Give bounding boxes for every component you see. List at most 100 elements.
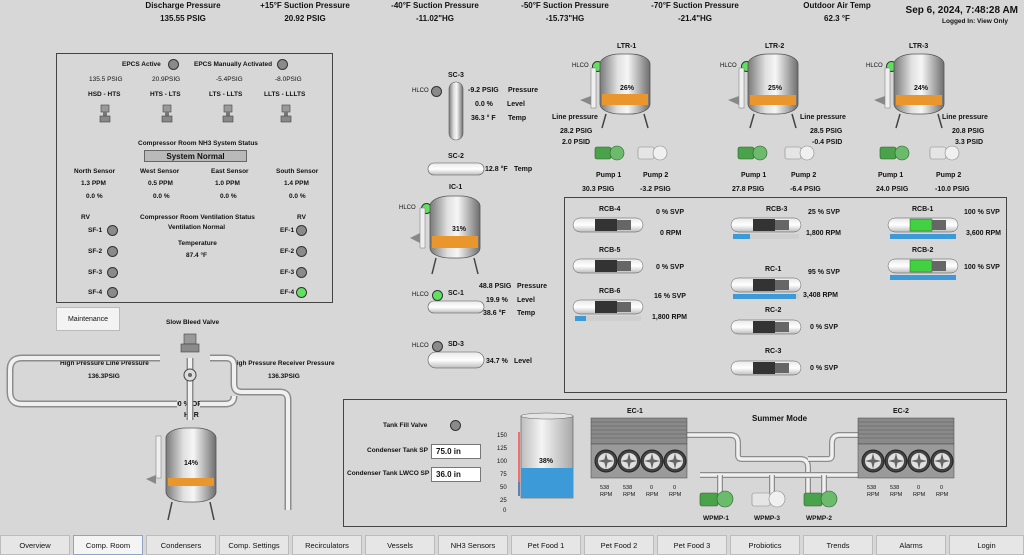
rcb5-compressor[interactable] <box>572 257 644 277</box>
sc2-vessel <box>427 162 485 176</box>
temperature-label: Temperature <box>178 240 217 247</box>
compressor-icon <box>887 217 959 239</box>
tab-comp-room[interactable]: Comp. Room <box>73 535 143 555</box>
wpmp2-label: WPMP-2 <box>806 515 832 522</box>
tab-trends[interactable]: Trends <box>803 535 873 555</box>
ltr3-pump1-pressure: 24.0 PSIG <box>876 186 909 193</box>
tab-nh3-sensors[interactable]: NH3 Sensors <box>438 535 508 555</box>
lwco-sp-input[interactable]: 36.0 in <box>431 467 481 482</box>
tab-condensers[interactable]: Condensers <box>146 535 216 555</box>
condenser-tank-level-text: 38% <box>539 458 554 465</box>
wpmp1-pump-icon[interactable] <box>699 487 734 511</box>
valve-label-hsd-hts: HSD - HTS <box>88 91 121 98</box>
nh3-status-box: System Normal <box>144 150 247 162</box>
ltr3-pump1-icon[interactable] <box>879 142 910 164</box>
tab-probiotics[interactable]: Probiotics <box>730 535 800 555</box>
rc1-compressor[interactable] <box>730 276 802 304</box>
temperature-value: 87.4 °F <box>186 252 208 259</box>
epcs-valve-icon[interactable] <box>99 104 111 125</box>
sd3-name: SD-3 <box>448 341 464 348</box>
ef-1-indicator <box>296 225 307 236</box>
discharge-pressure: Discharge Pressure 135.55 PSIG <box>145 1 221 23</box>
rcb3-compressor[interactable] <box>730 216 802 244</box>
fan-icon <box>640 449 664 473</box>
sc3-temp: 36.3 ° F <box>471 115 496 122</box>
epcs-valve-icon[interactable] <box>161 104 173 125</box>
sc1-temp-label: Temp <box>517 310 536 317</box>
suction-70-pressure: -70°F Suction Pressure -21.4"HG <box>651 1 739 23</box>
sc1-temp: 38.6 °F <box>483 310 506 317</box>
rcb1-compressor[interactable] <box>887 216 959 244</box>
ec2-fan3-rpm: 0 <box>917 485 921 491</box>
ltr1-pump2-icon[interactable] <box>637 142 668 164</box>
sd3-hlco-indicator <box>432 341 443 352</box>
rc1-svp: 95 % SVP <box>808 269 840 276</box>
tab-overview[interactable]: Overview <box>0 535 70 555</box>
login-status: Logged In: View Only <box>942 18 1008 25</box>
tank-sp-input[interactable]: 75.0 in <box>431 444 481 459</box>
slow-bleed-label: Slow Bleed Valve <box>166 319 220 326</box>
sf-3-label: SF-3 <box>88 269 103 276</box>
tab-recirculators[interactable]: Recirculators <box>292 535 362 555</box>
ec1-fan3-rpm-unit: RPM <box>646 492 659 498</box>
sc3-temp-label: Temp <box>508 115 527 122</box>
sensor-north-pct: 0.0 % <box>86 193 103 200</box>
rc2-name: RC-2 <box>765 307 782 314</box>
scale-25: 25 <box>500 498 507 504</box>
wpmp3-label: WPMP-3 <box>754 515 780 522</box>
tab-vessels[interactable]: Vessels <box>365 535 435 555</box>
ec1-condenser-unit[interactable] <box>590 417 688 482</box>
sf-3-indicator <box>107 267 118 278</box>
ltr1-pump1-pressure: 30.3 PSIG <box>582 186 615 193</box>
sensor-north-ppm: 1.3 PPM <box>81 180 106 187</box>
ltr3-pump2-pressure: -10.0 PSIG <box>935 186 970 193</box>
rv-right-label: RV <box>297 214 306 221</box>
epcs-pressure-3: -5.4PSIG <box>216 76 243 83</box>
ec2-condenser-unit[interactable] <box>857 417 955 482</box>
ef-1-label: EF-1 <box>280 227 295 234</box>
rcb6-compressor[interactable] <box>572 298 644 326</box>
ltr3-pump1-label: Pump 1 <box>878 172 904 179</box>
sensor-west-ppm: 0.5 PPM <box>148 180 173 187</box>
date-time: Sep 6, 2024, 7:48:28 AM <box>905 5 1018 16</box>
rcb3-rpm: 1,800 RPM <box>806 230 842 237</box>
tab-alarms[interactable]: Alarms <box>876 535 946 555</box>
rcb3-svp: 25 % SVP <box>808 209 840 216</box>
tab-pet-food-2[interactable]: Pet Food 2 <box>584 535 654 555</box>
compressor-icon <box>730 277 802 299</box>
ec2-fan3-rpm-unit: RPM <box>913 492 926 498</box>
tab-comp-settings[interactable]: Comp. Settings <box>219 535 289 555</box>
ltr2-pump2-icon[interactable] <box>784 142 815 164</box>
rcb4-compressor[interactable] <box>572 216 644 236</box>
maintenance-button[interactable]: Maintenance <box>56 307 120 331</box>
tab-pet-food-3[interactable]: Pet Food 3 <box>657 535 727 555</box>
fan-icon <box>907 449 931 473</box>
tab-login[interactable]: Login <box>949 535 1024 555</box>
ltr3-tank-fill <box>896 95 942 105</box>
sensor-east-pct: 0.0 % <box>220 193 237 200</box>
rc3-compressor[interactable] <box>730 359 802 379</box>
ltr1-tank-fill <box>602 94 648 105</box>
epcs-valve-icon[interactable] <box>222 104 234 125</box>
rcb3-load-bar <box>733 234 750 239</box>
outdoor-air-temp: Outdoor Air Temp 62.3 °F <box>803 1 871 23</box>
compressor-icon <box>730 217 802 239</box>
sc1-name: SC-1 <box>448 290 464 297</box>
hpr-tank-fill <box>168 478 214 486</box>
ltr3-pump2-icon[interactable] <box>929 142 960 164</box>
wpmp3-pump-icon[interactable] <box>751 487 786 511</box>
ltr1-pump1-icon[interactable] <box>594 142 625 164</box>
rc2-compressor[interactable] <box>730 318 802 338</box>
sd3-vessel <box>427 351 485 369</box>
rv-left-label: RV <box>81 214 90 221</box>
tab-pet-food-1[interactable]: Pet Food 1 <box>511 535 581 555</box>
ec1-fan4-rpm: 0 <box>673 485 677 491</box>
rcb2-compressor[interactable] <box>887 257 959 285</box>
sf-2-indicator <box>107 246 118 257</box>
fan-icon <box>884 449 908 473</box>
sc2-temp-label: Temp <box>514 166 533 173</box>
epcs-valve-icon[interactable] <box>280 104 292 125</box>
wpmp2-pump-icon[interactable] <box>803 487 838 511</box>
ltr2-pump1-icon[interactable] <box>737 142 768 164</box>
condenser-water-tank <box>518 412 574 499</box>
